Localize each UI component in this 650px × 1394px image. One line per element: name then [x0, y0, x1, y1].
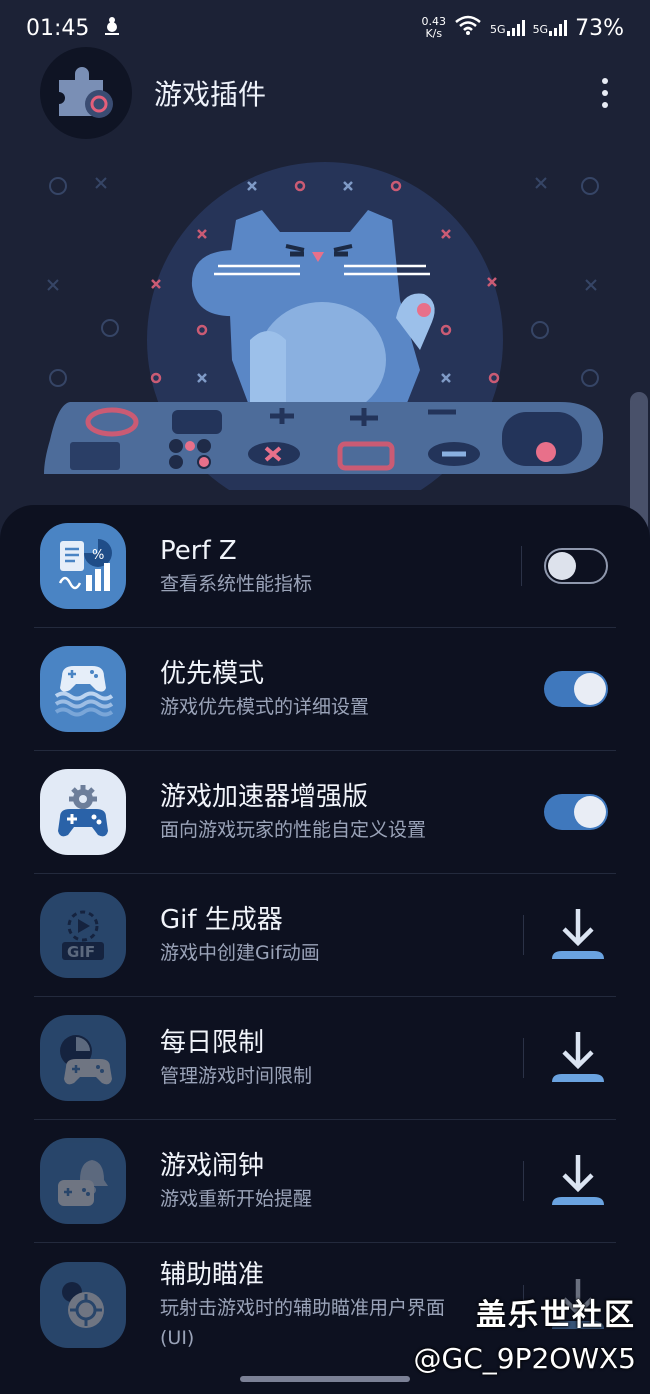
svg-text:%: %	[92, 548, 104, 563]
watermark-line2: @GC_9P2OWX5	[413, 1342, 636, 1375]
watermark: 盖乐世社区 @GC_9P2OWX5	[414, 1290, 636, 1375]
item-title: Gif 生成器	[160, 905, 283, 935]
item-subtitle: 游戏优先模式的详细设置	[160, 696, 370, 718]
item-subtitle: 查看系统性能指标	[160, 573, 313, 595]
download-icon[interactable]	[546, 1149, 610, 1213]
gamepad-bell-icon	[40, 1138, 126, 1224]
item-title: 辅助瞄准	[160, 1259, 265, 1290]
item-title: 游戏加速器增强版	[160, 782, 369, 812]
gesture-nav-handle[interactable]	[240, 1376, 410, 1382]
app-header: 游戏插件	[40, 46, 620, 140]
list-item-perf-z[interactable]: % Perf Z 查看系统性能指标	[34, 505, 616, 628]
battery-text: 73%	[575, 15, 624, 41]
item-subtitle: 游戏中创建Gif动画	[160, 942, 320, 964]
hero-illustration	[0, 150, 650, 518]
item-subtitle: 面向游戏玩家的性能自定义设置	[160, 819, 427, 841]
more-options-button[interactable]	[590, 73, 620, 113]
signal-icon-1: 5G	[490, 20, 525, 36]
item-title: 优先模式	[160, 659, 265, 689]
list-item-game-booster[interactable]: 游戏加速器增强版 面向游戏玩家的性能自定义设置	[34, 751, 616, 874]
gamepad-gear-icon	[40, 769, 126, 855]
net-speed: 0.43 K/s	[421, 15, 447, 40]
puzzle-gear-icon	[40, 47, 132, 139]
page-title: 游戏插件	[154, 78, 267, 111]
gif-play-icon: GIF	[40, 892, 126, 978]
item-title: 游戏闹钟	[160, 1151, 265, 1181]
item-subtitle: 游戏重新开始提醒	[160, 1188, 313, 1210]
status-time: 01:45	[26, 15, 90, 41]
chart-report-icon: %	[40, 523, 126, 609]
game-booster-toggle[interactable]	[544, 794, 608, 830]
download-icon[interactable]	[546, 1026, 610, 1090]
watermark-line1: 盖乐世社区	[476, 1298, 636, 1333]
gamepad-timer-icon	[40, 1015, 126, 1101]
item-subtitle: 管理游戏时间限制	[160, 1065, 313, 1087]
list-item-daily-limit[interactable]: 每日限制 管理游戏时间限制	[34, 997, 616, 1120]
plugin-list: % Perf Z 查看系统性能指标 优先模式 游戏优先模式的详细设置 游戏加速器…	[0, 505, 650, 1394]
gamepad-waves-icon	[40, 646, 126, 732]
list-item-gif-maker[interactable]: GIF Gif 生成器 游戏中创建Gif动画	[34, 874, 616, 997]
notification-icon	[101, 14, 123, 42]
download-icon[interactable]	[546, 903, 610, 967]
item-title: Perf Z	[160, 536, 237, 566]
perf-z-toggle[interactable]	[544, 548, 608, 584]
priority-mode-toggle[interactable]	[544, 671, 608, 707]
svg-text:GIF: GIF	[67, 943, 95, 961]
item-title: 每日限制	[160, 1028, 265, 1058]
wifi-icon	[454, 14, 482, 42]
list-item-game-alarm[interactable]: 游戏闹钟 游戏重新开始提醒	[34, 1120, 616, 1243]
crosshair-gear-icon	[40, 1261, 126, 1348]
list-item-priority-mode[interactable]: 优先模式 游戏优先模式的详细设置	[34, 628, 616, 751]
signal-icon-2: 5G	[533, 20, 568, 36]
